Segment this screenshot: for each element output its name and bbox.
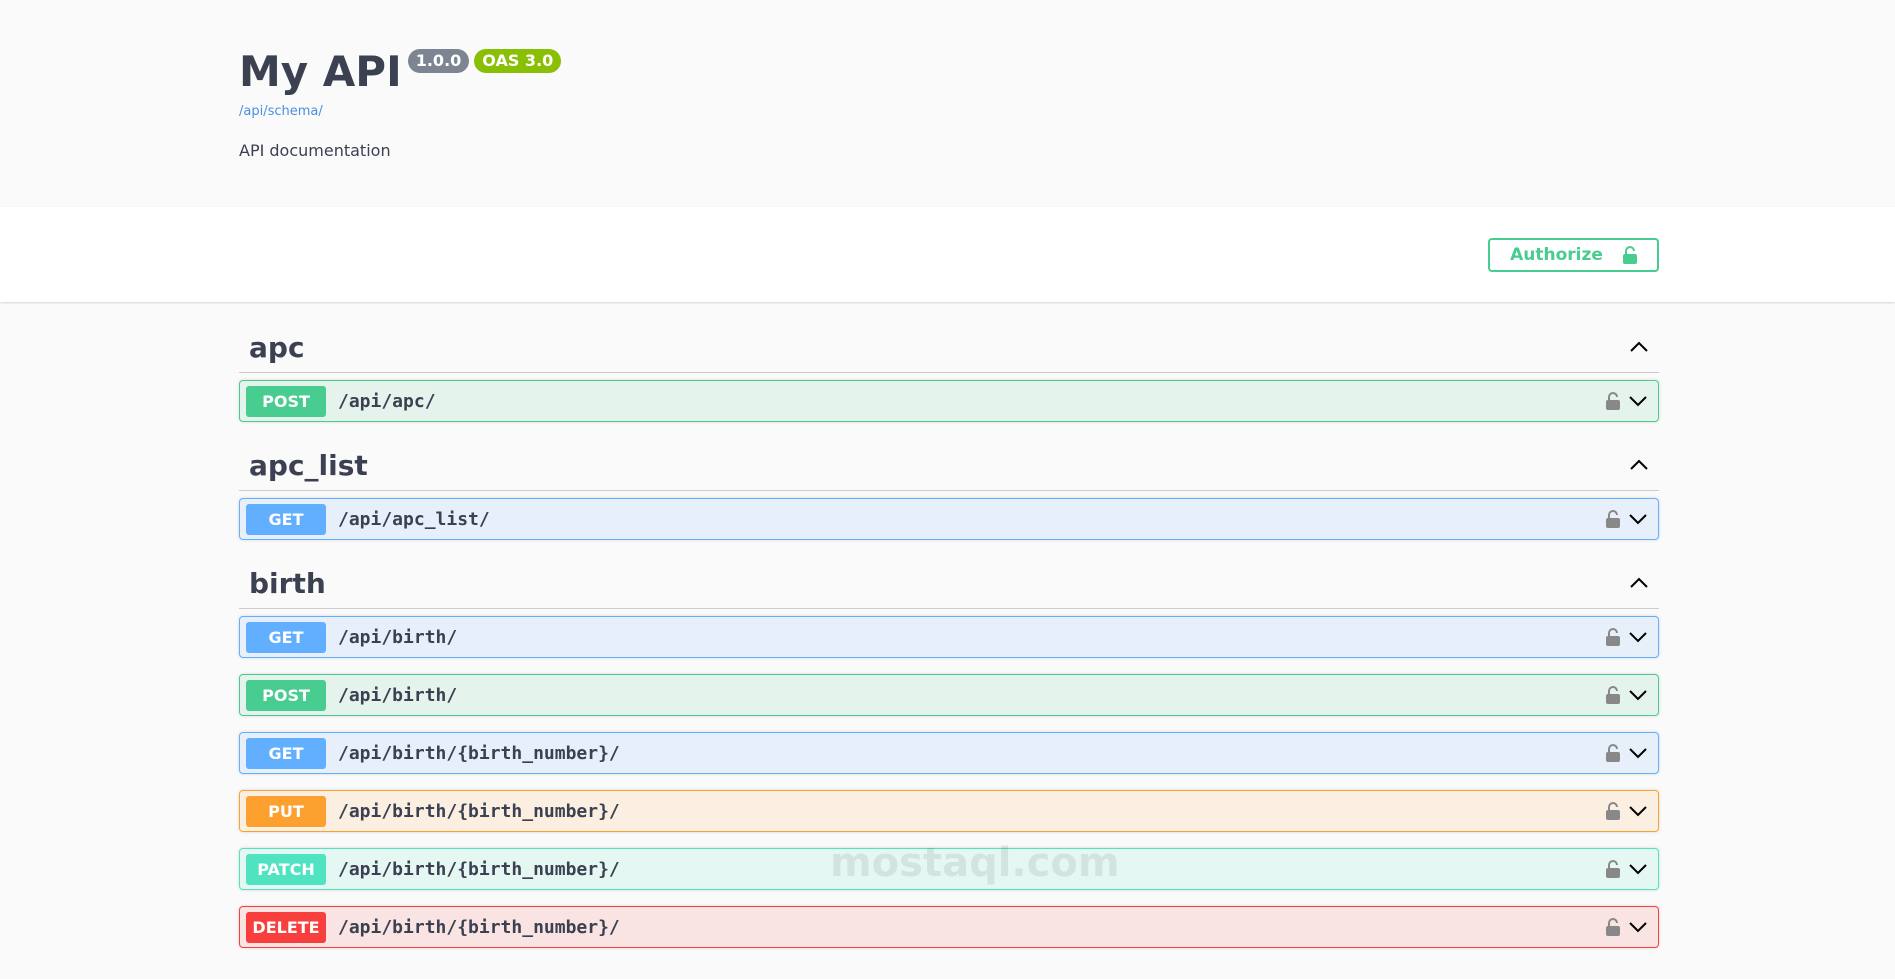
method-badge: GET <box>246 621 326 653</box>
method-badge: DELETE <box>246 911 326 943</box>
method-badge: PATCH <box>246 853 326 885</box>
info-header: My API 1.0.0 OAS 3.0 /api/schema/ API do… <box>0 0 1895 207</box>
operation-row[interactable]: GET /api/birth/ <box>239 616 1659 658</box>
watermark-logo: mostaql.com <box>830 840 1120 886</box>
operation-path: /api/birth/ <box>338 626 458 648</box>
tag-header[interactable]: apc_list <box>239 440 1659 491</box>
operation-path: /api/birth/ <box>338 684 458 706</box>
lock-icon[interactable] <box>1606 392 1620 410</box>
tag-section-apc_list: apc_list GET /api/apc_list/ <box>239 440 1659 540</box>
chevron-down-icon[interactable] <box>1628 631 1648 643</box>
tag-header[interactable]: birth <box>239 558 1659 609</box>
chevron-down-icon[interactable] <box>1628 513 1648 525</box>
authorize-label: Authorize <box>1510 245 1603 265</box>
operation-path: /api/apc_list/ <box>338 508 490 530</box>
tag-title: apc <box>249 330 305 364</box>
operation-path: /api/birth/{birth_number}/ <box>338 916 620 938</box>
tag-section-birth: birth GET /api/birth/ POST /api/birth/ G… <box>239 558 1659 948</box>
tag-title: apc_list <box>249 448 368 482</box>
tag-section-birth_certificate: birth_certificate <box>239 966 1659 979</box>
scheme-container: Authorize <box>0 207 1895 302</box>
operation-row[interactable]: POST /api/birth/ <box>239 674 1659 716</box>
operation-path: /api/birth/{birth_number}/ <box>338 800 620 822</box>
operation-row[interactable]: DELETE /api/birth/{birth_number}/ <box>239 906 1659 948</box>
chevron-down-icon[interactable] <box>1628 747 1648 759</box>
chevron-down-icon[interactable] <box>1628 395 1648 407</box>
chevron-down-icon[interactable] <box>1628 805 1648 817</box>
operation-row[interactable]: PUT /api/birth/{birth_number}/ <box>239 790 1659 832</box>
authorize-button[interactable]: Authorize <box>1488 238 1659 272</box>
chevron-down-icon[interactable] <box>1628 689 1648 701</box>
chevron-up-icon[interactable] <box>1629 459 1649 471</box>
chevron-up-icon[interactable] <box>1629 577 1649 589</box>
operation-path: /api/birth/{birth_number}/ <box>338 742 620 764</box>
lock-icon[interactable] <box>1606 686 1620 704</box>
lock-icon[interactable] <box>1606 628 1620 646</box>
chevron-down-icon[interactable] <box>1628 863 1648 875</box>
api-description: API documentation <box>239 141 391 160</box>
oas-badge: OAS 3.0 <box>474 49 562 73</box>
tag-title: birth_certificate <box>249 975 501 979</box>
method-badge: PUT <box>246 795 326 827</box>
operation-row[interactable]: POST /api/apc/ <box>239 380 1659 422</box>
version-badge: 1.0.0 <box>407 49 470 73</box>
chevron-up-icon[interactable] <box>1629 341 1649 353</box>
operation-path: /api/apc/ <box>338 390 436 412</box>
method-badge: POST <box>246 385 326 417</box>
tag-section-apc: apc POST /api/apc/ <box>239 322 1659 422</box>
lock-icon[interactable] <box>1606 510 1620 528</box>
operation-row[interactable]: GET /api/birth/{birth_number}/ <box>239 732 1659 774</box>
lock-icon[interactable] <box>1606 802 1620 820</box>
schema-link[interactable]: /api/schema/ <box>239 104 1895 119</box>
tag-title: birth <box>249 566 326 600</box>
tag-header[interactable]: birth_certificate <box>239 966 1659 979</box>
lock-icon[interactable] <box>1606 860 1620 878</box>
chevron-down-icon[interactable] <box>1628 921 1648 933</box>
unlock-icon <box>1622 246 1637 264</box>
method-badge: POST <box>246 679 326 711</box>
tag-header[interactable]: apc <box>239 322 1659 373</box>
lock-icon[interactable] <box>1606 744 1620 762</box>
operation-row[interactable]: GET /api/apc_list/ <box>239 498 1659 540</box>
lock-icon[interactable] <box>1606 918 1620 936</box>
api-title: My API <box>239 47 402 96</box>
method-badge: GET <box>246 503 326 535</box>
method-badge: GET <box>246 737 326 769</box>
